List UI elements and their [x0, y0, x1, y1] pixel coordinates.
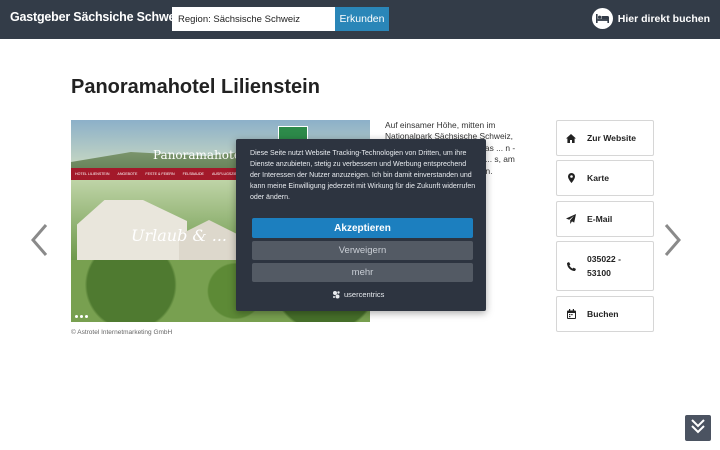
booking-label: Buchen [587, 309, 619, 319]
book-direct-link[interactable]: Hier direkt buchen [591, 8, 710, 29]
deny-button[interactable]: Verweigern [252, 241, 473, 260]
hero-menu-item: FESTE & FEIERN [145, 172, 175, 176]
map-button[interactable]: Karte [556, 160, 654, 196]
email-label: E-Mail [587, 214, 613, 224]
book-direct-label: Hier direkt buchen [617, 12, 710, 25]
phone-label: 035022 - 53100 [587, 254, 621, 278]
bed-icon [591, 8, 613, 29]
region-search-input[interactable] [172, 7, 335, 31]
next-arrow-icon[interactable] [660, 222, 684, 258]
more-button[interactable]: mehr [252, 263, 473, 282]
map-marker-icon [566, 173, 576, 183]
home-icon [566, 133, 576, 143]
website-label: Zur Website [587, 133, 637, 143]
region-search: Erkunden [172, 7, 389, 31]
site-brand[interactable]: Gastgeber Sächsiche Schweiz [10, 10, 185, 24]
hero-menu-item: HOTEL LILIENSTEIN [75, 172, 110, 176]
paper-plane-icon [566, 214, 576, 224]
cookie-consent-dialog: Diese Seite nutzt Website Tracking-Techn… [236, 139, 486, 311]
calendar-icon [566, 309, 576, 319]
page-title: Panoramahotel Lilienstein [71, 76, 320, 98]
top-navigation-bar: Gastgeber Sächsiche Schweiz Erkunden Hie… [0, 0, 720, 39]
phone-icon [566, 261, 576, 271]
consent-text: Diese Seite nutzt Website Tracking-Techn… [250, 150, 476, 202]
hero-script-text: Urlaub & ... [131, 226, 228, 245]
scroll-down-button[interactable] [685, 415, 711, 441]
image-caption: © Astrotel Internetmarketing GmbH [71, 329, 173, 336]
hero-menu-item: FELSBAUDE [182, 172, 204, 176]
double-chevron-down-icon [690, 418, 706, 439]
slider-dots[interactable] [75, 315, 88, 318]
usercentrics-logo: usercentrics [332, 290, 384, 299]
map-label: Karte [587, 173, 609, 183]
hero-menu-item: ANGEBOTE [117, 172, 138, 176]
hero-hotel-name: Panoramahotel [153, 148, 245, 162]
explore-button[interactable]: Erkunden [335, 7, 389, 31]
email-button[interactable]: E-Mail [556, 201, 654, 237]
usercentrics-icon [333, 291, 340, 299]
usercentrics-label: usercentrics [344, 290, 385, 299]
accept-button[interactable]: Akzeptieren [252, 218, 473, 238]
booking-button[interactable]: Buchen [556, 296, 654, 332]
website-button[interactable]: Zur Website [556, 120, 654, 156]
phone-button[interactable]: 035022 - 53100 [556, 241, 654, 291]
previous-arrow-icon[interactable] [28, 222, 52, 258]
